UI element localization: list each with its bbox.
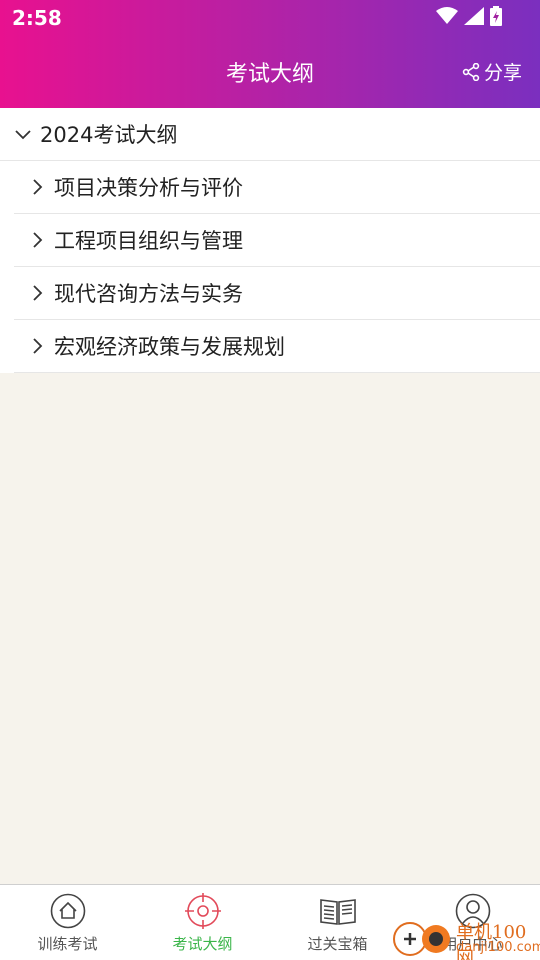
home-icon: [50, 893, 85, 929]
page-title: 考试大纲: [225, 62, 314, 87]
chevron-right-icon: [33, 285, 43, 301]
share-icon: [462, 62, 480, 81]
app-header: 2:58 考试大纲 分享: [0, 0, 540, 108]
battery-icon: [490, 6, 502, 26]
target-icon: [184, 893, 221, 929]
tab-label: 过关宝箱: [307, 935, 368, 953]
chevron-right-icon: [33, 338, 43, 354]
chevron-right-icon: [33, 179, 43, 195]
share-label: 分享: [483, 62, 522, 84]
signal-icon: [464, 7, 484, 25]
tab-label: 考试大纲: [172, 935, 233, 953]
chevron-right-icon: [33, 232, 43, 248]
tab-exam-syllabus[interactable]: 考试大纲: [135, 885, 270, 960]
wifi-icon: [436, 7, 458, 24]
status-bar: 2:58: [0, 0, 540, 38]
tree-item-project-management[interactable]: 工程项目组织与管理: [14, 214, 540, 267]
tree-item-consulting-methods[interactable]: 现代咨询方法与实务: [14, 267, 540, 320]
watermark: 单机100网 danji100.com: [392, 916, 540, 960]
syllabus-tree: 2024考试大纲 项目决策分析与评价 工程项目组织与管理 现代咨询方法与实务 宏…: [0, 108, 540, 373]
watermark-sub: danji100.com: [456, 940, 540, 955]
tree-item-decision-analysis[interactable]: 项目决策分析与评价: [14, 161, 540, 214]
tree-item-label: 现代咨询方法与实务: [54, 282, 243, 306]
tree-item-label: 工程项目组织与管理: [54, 229, 243, 253]
chevron-down-icon: [15, 130, 31, 140]
tab-label: 训练考试: [37, 935, 98, 953]
status-time: 2:58: [12, 6, 62, 30]
tab-pass-treasure[interactable]: 过关宝箱: [270, 885, 405, 960]
watermark-logo: [393, 922, 450, 956]
tree-item-label: 宏观经济政策与发展规划: [54, 335, 285, 359]
tree-root-2024[interactable]: 2024考试大纲: [0, 108, 540, 161]
tab-training-exam[interactable]: 训练考试: [0, 885, 135, 960]
tree-item-label: 项目决策分析与评价: [54, 176, 243, 200]
tree-root-label: 2024考试大纲: [40, 123, 178, 147]
share-button[interactable]: 分享: [462, 58, 522, 85]
book-icon: [319, 899, 356, 925]
status-icons: [436, 6, 502, 26]
tree-item-macro-economy[interactable]: 宏观经济政策与发展规划: [14, 320, 540, 373]
